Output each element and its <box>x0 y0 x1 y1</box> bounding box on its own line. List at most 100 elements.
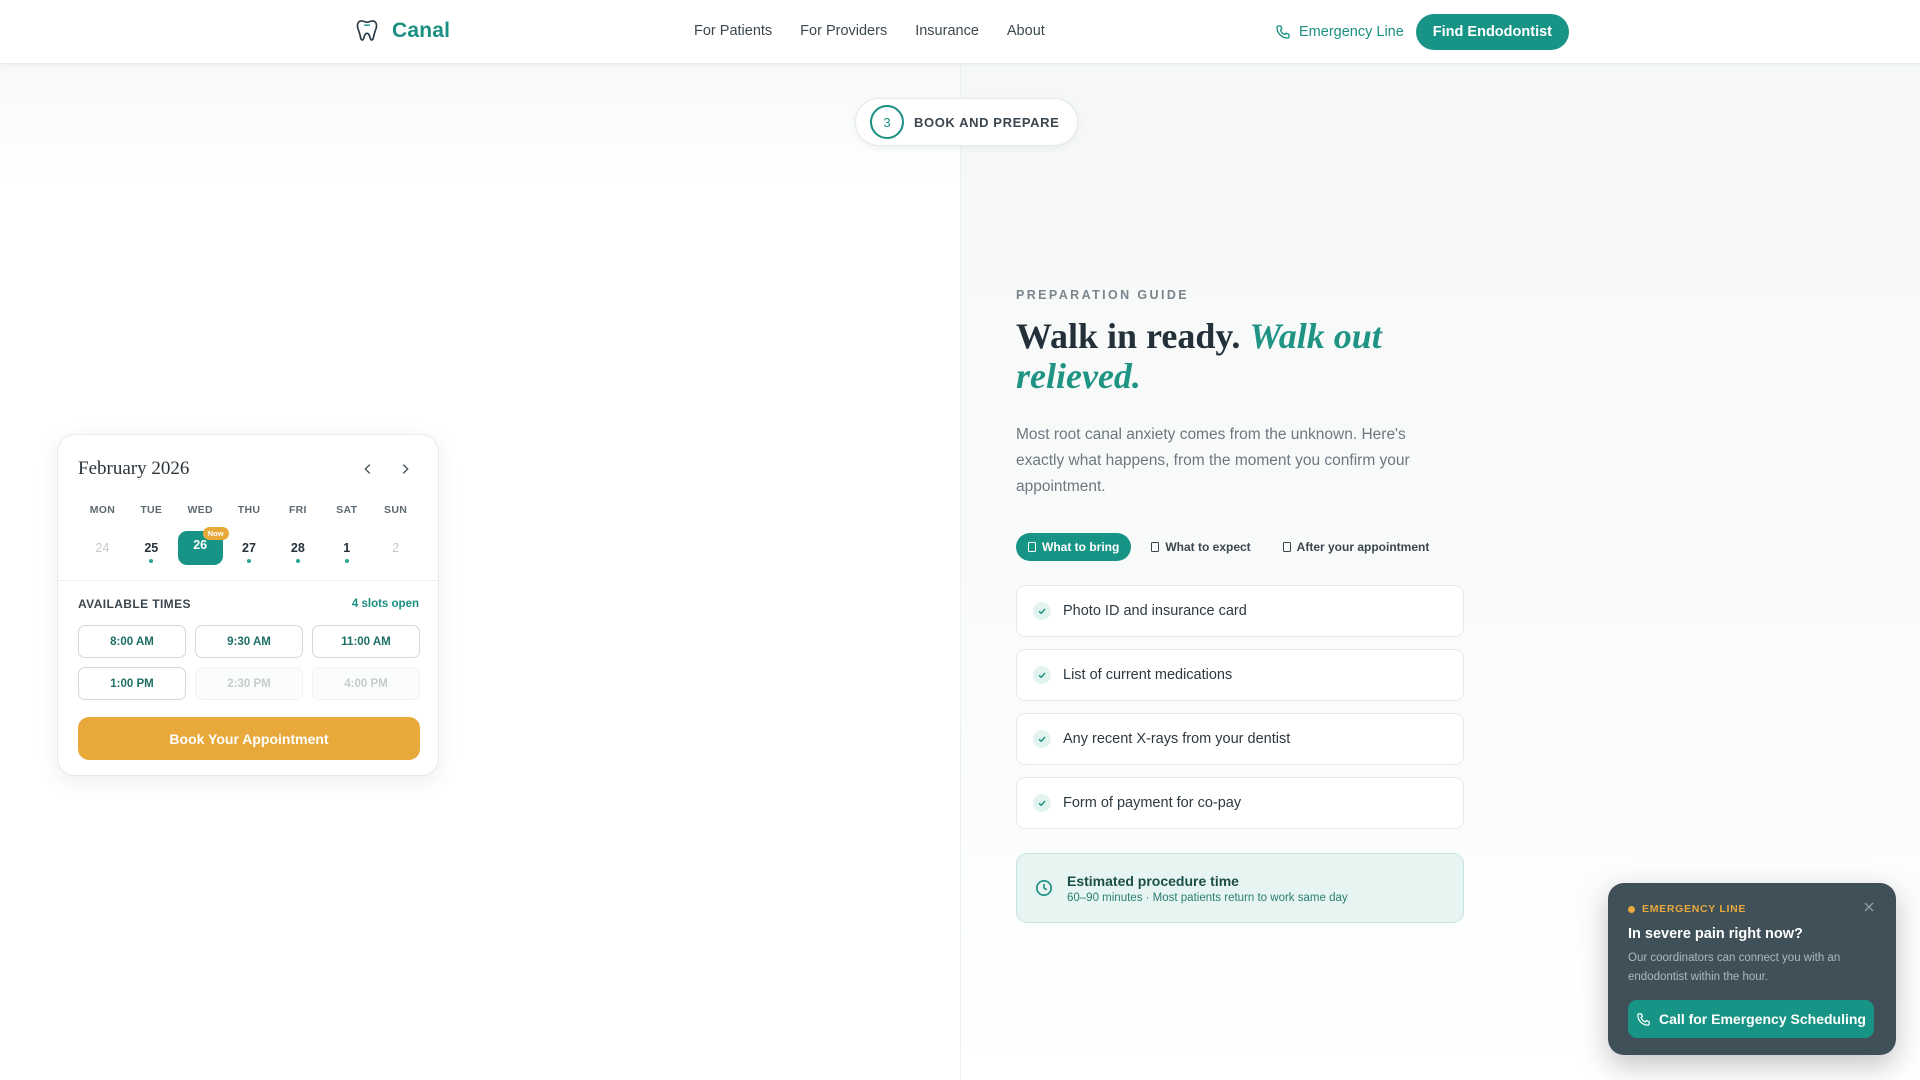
headline-plain: Walk in ready. <box>1016 316 1250 356</box>
nav-link-for-patients[interactable]: For Patients <box>694 23 772 39</box>
date-number: 24 <box>95 541 110 555</box>
checklist-item-text: Form of payment for co-pay <box>1063 795 1242 811</box>
document-icon <box>1151 542 1160 552</box>
section-eyebrow: PREPARATION GUIDE <box>1016 288 1189 302</box>
check-icon <box>1033 602 1051 620</box>
date-number: 1 <box>343 541 351 555</box>
time-slot-button-unavailable: 4:00 PM <box>312 667 420 700</box>
close-button[interactable] <box>1862 900 1876 914</box>
next-week-button[interactable] <box>395 459 415 479</box>
date-cell-selected[interactable]: 26 Now <box>176 527 229 565</box>
book-appointment-button[interactable]: Book Your Appointment <box>78 717 420 760</box>
availability-dot <box>295 559 300 563</box>
date-number: 2 <box>392 541 400 555</box>
calendar-divider <box>58 580 438 581</box>
previous-week-button[interactable] <box>358 459 378 479</box>
check-icon <box>1033 666 1051 684</box>
step-number: 3 <box>870 105 904 139</box>
time-slot-button[interactable]: 9:30 AM <box>195 625 303 658</box>
clock-icon <box>1035 879 1053 897</box>
guide-tabs: What to bring What to expect After your … <box>1016 533 1441 561</box>
step-indicator: 3 BOOK AND PREPARE <box>855 98 1079 146</box>
chevron-left-icon <box>364 464 371 474</box>
phone-icon <box>1276 25 1290 39</box>
emergency-line-label: Emergency Line <box>1299 24 1404 40</box>
estimated-time-title: Estimated procedure time <box>1067 872 1239 889</box>
date-cell[interactable]: 27 <box>225 531 274 565</box>
date-cell[interactable]: 28 <box>273 531 322 565</box>
weekday-label: FRI <box>288 504 307 516</box>
nav-actions: Emergency Line Find Endodontist <box>1275 14 1569 50</box>
estimated-time-callout: Estimated procedure time 60–90 minutes ·… <box>1016 853 1464 923</box>
weekday-label: WED <box>187 504 213 516</box>
date-cell: 2 <box>371 531 420 565</box>
weekday-label: SAT <box>336 504 358 516</box>
tab-what-to-bring[interactable]: What to bring <box>1016 533 1132 561</box>
tab-label: After your appointment <box>1296 540 1430 554</box>
tab-label: What to expect <box>1165 540 1251 554</box>
call-emergency-button[interactable]: Call for Emergency Scheduling <box>1628 1000 1874 1038</box>
tab-what-to-expect[interactable]: What to expect <box>1139 533 1262 561</box>
find-endodontist-button[interactable]: Find Endodontist <box>1415 14 1569 50</box>
estimated-time-subtitle: 60–90 minutes · Most patients return to … <box>1067 891 1348 904</box>
booking-calendar-card: February 2026 MON TUE WED THU FRI SAT SU… <box>57 434 439 776</box>
weekday-label: MON <box>89 504 116 516</box>
checklist-item-text: List of current medications <box>1063 667 1233 683</box>
nav-link-about[interactable]: About <box>1007 23 1045 39</box>
availability-dot <box>247 559 251 563</box>
emergency-title: In severe pain right now? <box>1628 926 1803 942</box>
time-slot-button[interactable]: 11:00 AM <box>312 625 420 658</box>
date-cell[interactable]: 1 <box>322 531 371 565</box>
emergency-widget: EMERGENCY LINE In severe pain right now?… <box>1608 883 1896 1055</box>
checklist-item: Form of payment for co-pay <box>1016 777 1464 829</box>
status-dot <box>1628 905 1635 913</box>
tab-after-appointment[interactable]: After your appointment <box>1271 533 1442 561</box>
date-number: 27 <box>242 541 256 555</box>
step-label: BOOK AND PREPARE <box>914 114 1060 130</box>
check-icon <box>1033 794 1051 812</box>
page-title: Walk in ready. Walk out relieved. <box>1016 316 1416 396</box>
nav-link-for-providers[interactable]: For Providers <box>800 23 887 39</box>
date-number: 28 <box>290 541 305 555</box>
weekday-label: THU <box>237 504 261 516</box>
emergency-tag: EMERGENCY LINE <box>1628 903 1746 915</box>
tooth-icon <box>356 20 378 41</box>
date-row: 24 25 26 Now 27 28 1 2 <box>78 527 420 565</box>
emergency-tag-label: EMERGENCY LINE <box>1642 903 1747 915</box>
availability-dot <box>149 559 154 563</box>
date-cell[interactable]: 25 <box>127 531 176 565</box>
left-background <box>0 64 960 184</box>
weekday-label: TUE <box>140 504 163 516</box>
checklist-item: Any recent X-rays from your dentist <box>1016 713 1464 765</box>
time-slot-button-unavailable: 2:30 PM <box>195 667 303 700</box>
weekday-label: SUN <box>384 504 408 516</box>
tab-label: What to bring <box>1042 540 1120 554</box>
document-icon <box>1282 542 1291 552</box>
check-icon <box>1033 730 1051 748</box>
brand-logo[interactable]: Canal <box>356 19 450 43</box>
date-number: 26 <box>193 538 208 552</box>
checklist-item: List of current medications <box>1016 649 1464 701</box>
weekday-header: MON TUE WED THU FRI SAT SUN <box>78 504 420 516</box>
bring-checklist: Photo ID and insurance card List of curr… <box>1016 585 1464 841</box>
checklist-item-text: Any recent X-rays from your dentist <box>1063 731 1291 747</box>
time-slot-button[interactable]: 1:00 PM <box>78 667 186 700</box>
nav-link-insurance[interactable]: Insurance <box>915 23 979 39</box>
nav-links: For Patients For Providers Insurance Abo… <box>694 23 1045 39</box>
chevron-right-icon <box>402 464 409 474</box>
phone-icon <box>1637 1012 1650 1026</box>
available-times-label: AVAILABLE TIMES <box>78 597 191 611</box>
emergency-description: Our coordinators can connect you with an… <box>1628 952 1841 983</box>
brand-name: Canal <box>392 19 451 42</box>
time-slot-button[interactable]: 8:00 AM <box>78 625 186 658</box>
estimated-time-text: Estimated procedure time 60–90 minutes ·… <box>1067 873 1348 904</box>
slots-open-count: 4 slots open <box>351 598 419 610</box>
checklist-item-text: Photo ID and insurance card <box>1063 603 1247 619</box>
availability-dot <box>344 559 349 563</box>
emergency-line-link[interactable]: Emergency Line <box>1275 24 1404 40</box>
intro-paragraph: Most root canal anxiety comes from the u… <box>1016 426 1410 495</box>
time-slots-grid: 8:00 AM 9:30 AM 11:00 AM 1:00 PM 2:30 PM… <box>78 625 420 700</box>
calendar-month: February 2026 <box>78 458 190 479</box>
date-cell: 24 <box>78 531 127 565</box>
date-number: 25 <box>144 541 159 555</box>
